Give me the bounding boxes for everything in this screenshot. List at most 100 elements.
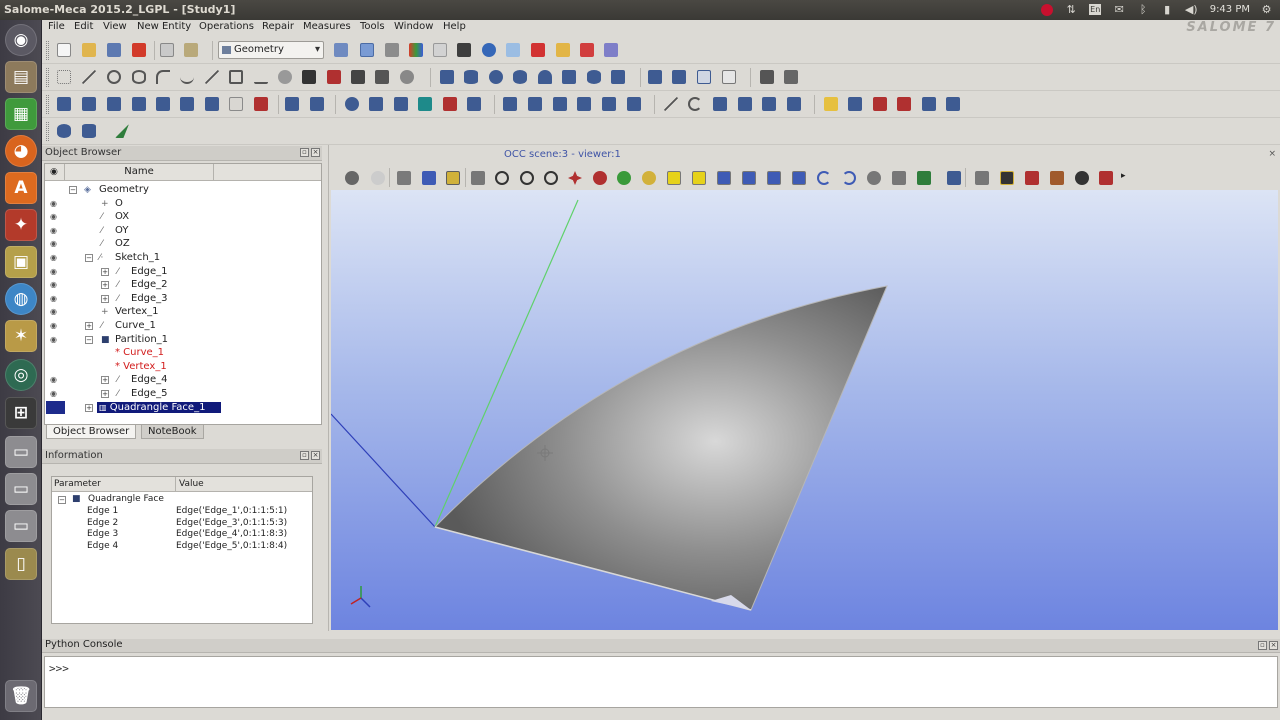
dump-view-icon[interactable] (345, 171, 359, 185)
left-view-icon[interactable] (767, 171, 781, 185)
tree-item-edge-3[interactable]: ◉ + ⁄ Edge_3 (45, 292, 321, 306)
rotation-point-icon[interactable] (642, 171, 656, 185)
sphere-icon[interactable] (489, 70, 503, 84)
reset-view-icon[interactable] (867, 171, 881, 185)
preselection-icon[interactable] (446, 171, 460, 185)
drive-1-icon[interactable]: ▭ (5, 436, 37, 468)
eye-icon[interactable]: ◉ (50, 321, 57, 330)
bluetooth-icon[interactable]: ᛒ (1136, 2, 1151, 17)
trihedron-icon[interactable] (397, 171, 411, 185)
scaling-icon[interactable] (975, 171, 989, 185)
new-document-icon[interactable] (57, 43, 71, 57)
mirror-icon[interactable] (132, 97, 146, 111)
collapse-toggle[interactable]: − (69, 186, 77, 194)
pipe-path-icon[interactable] (627, 97, 641, 111)
tree-item-edge-2[interactable]: ◉ + ⁄ Edge_2 (45, 278, 321, 292)
chamfer-icon[interactable] (528, 97, 542, 111)
front-view-icon[interactable] (667, 171, 681, 185)
tree-item-oz[interactable]: ◉ ⁄ OZ (45, 237, 321, 251)
cylinder-tool-icon[interactable] (82, 124, 96, 138)
offset-icon[interactable] (180, 97, 194, 111)
torus-icon[interactable] (513, 70, 527, 84)
extrusion-icon[interactable] (553, 97, 567, 111)
view-mode-icon[interactable] (360, 43, 374, 57)
right-view-icon[interactable] (792, 171, 806, 185)
browser-icon[interactable]: ◍ (5, 283, 37, 315)
value-column-header[interactable]: Value (175, 477, 207, 492)
sewing-icon[interactable] (897, 97, 911, 111)
face-from-edges-icon[interactable] (443, 97, 457, 111)
toolbar-extension-icon[interactable]: ▸ (1121, 171, 1126, 181)
filling-icon[interactable] (602, 97, 616, 111)
graduated-axes-icon[interactable] (1000, 171, 1014, 185)
edge-tool-icon[interactable] (664, 97, 678, 111)
close-panel-icon[interactable]: × (1269, 641, 1278, 650)
minimize-maximize-icon[interactable] (1099, 171, 1113, 185)
trash-icon[interactable]: 🗑 (5, 680, 37, 712)
back-view-icon[interactable] (692, 171, 706, 185)
projection-icon[interactable] (205, 97, 219, 111)
compound-icon[interactable] (418, 97, 432, 111)
visibility-column-header[interactable]: ◉ (45, 164, 65, 181)
collapse-toggle[interactable]: − (85, 254, 93, 262)
pipe-icon[interactable] (611, 70, 625, 84)
float-panel-icon[interactable]: ▫ (300, 148, 309, 157)
tree-item-ox[interactable]: ◉ ⁄ OX (45, 210, 321, 224)
compound-build-icon[interactable] (787, 97, 801, 111)
menu-view[interactable]: View (103, 21, 127, 32)
toolbar-grip[interactable] (46, 41, 49, 60)
cylinder-icon[interactable] (464, 70, 478, 84)
material-icon[interactable] (556, 43, 570, 57)
toolbar-grip[interactable] (46, 68, 49, 87)
sketch-2d-icon[interactable] (375, 70, 389, 84)
drive-3-icon[interactable]: ▭ (5, 510, 37, 542)
vector-icon[interactable] (205, 70, 219, 84)
zoom-area-icon[interactable] (520, 171, 534, 185)
close-document-icon[interactable] (132, 43, 146, 57)
export-icon[interactable] (604, 43, 618, 57)
menu-file[interactable]: File (48, 21, 65, 32)
top-view-icon[interactable] (717, 171, 731, 185)
copy-icon[interactable] (160, 43, 174, 57)
rotate-clockwise-icon[interactable] (842, 171, 856, 185)
info-row[interactable]: Edge 3 Edge('Edge_4',0:1:1:8:3) (52, 529, 312, 541)
usb-drive-icon[interactable]: ▯ (5, 548, 37, 580)
camera-icon[interactable] (1075, 171, 1089, 185)
lcs-icon[interactable] (302, 70, 316, 84)
globe-icon[interactable] (482, 43, 496, 57)
plane-icon[interactable] (229, 70, 243, 84)
expand-toggle[interactable]: + (101, 294, 109, 303)
mail-icon[interactable]: ✉ (1112, 2, 1127, 17)
archive-icon[interactable]: ▣ (5, 246, 37, 278)
solid-icon[interactable] (394, 97, 408, 111)
fit-all-icon[interactable] (471, 171, 485, 185)
collapse-toggle[interactable]: − (85, 335, 93, 344)
ellipse-icon[interactable] (132, 70, 146, 84)
tree-item-curve-1[interactable]: ◉ + ⁄ Curve_1 (45, 319, 321, 333)
shell-icon[interactable] (369, 97, 383, 111)
object-browser-tree[interactable]: ◉ Name − ◈ Geometry ◉ + O ◉ ⁄ OX ◉ ⁄ OY … (44, 163, 322, 425)
close-viewer-icon[interactable]: × (1268, 149, 1276, 159)
eye-icon[interactable]: ◉ (50, 335, 57, 344)
revolution-icon[interactable] (577, 97, 591, 111)
suppress-faces-icon[interactable] (824, 97, 838, 111)
clipping-icon[interactable] (917, 171, 931, 185)
clone-view-icon[interactable] (892, 171, 906, 185)
battery-icon[interactable]: ▮ (1160, 2, 1175, 17)
tree-item-oy[interactable]: ◉ ⁄ OY (45, 224, 321, 238)
expand-toggle[interactable]: + (85, 322, 93, 330)
python-console[interactable]: >>> (44, 656, 1278, 708)
multi-translation-icon[interactable] (254, 97, 268, 111)
shell-build-icon[interactable] (738, 97, 752, 111)
save-icon[interactable] (107, 43, 121, 57)
memorize-view-icon[interactable] (947, 171, 961, 185)
open-folder-icon[interactable] (82, 43, 96, 57)
box-icon[interactable] (440, 70, 454, 84)
pencil-edge-icon[interactable] (229, 97, 243, 111)
expand-toggle[interactable]: + (101, 281, 109, 290)
curve-icon[interactable] (180, 70, 194, 84)
eye-icon[interactable]: ◉ (50, 239, 57, 248)
scale-icon[interactable] (156, 97, 170, 111)
dump-study-icon[interactable] (385, 43, 399, 57)
tree-item-edge-1[interactable]: ◉ + ⁄ Edge_1 (45, 265, 321, 279)
